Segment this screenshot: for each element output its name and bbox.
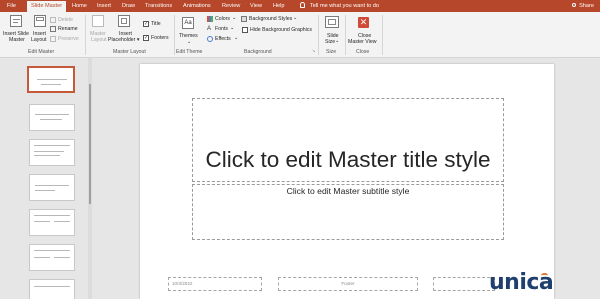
- tab-review[interactable]: Review: [222, 0, 240, 12]
- layout-thumbnail[interactable]: [29, 279, 75, 299]
- rename-icon: [50, 26, 56, 32]
- share-button[interactable]: Share: [572, 0, 594, 12]
- close-group-label: Close: [356, 49, 370, 55]
- font-a-icon: A: [207, 26, 212, 32]
- delete-icon: [50, 17, 56, 23]
- group-divider: [345, 15, 346, 55]
- date-text: 10/3/2022: [172, 281, 193, 286]
- subtitle-placeholder[interactable]: Click to edit Master subtitle style: [192, 184, 504, 240]
- hide-background-graphics-label: Hide Background Graphics: [250, 27, 312, 33]
- group-divider: [382, 15, 383, 55]
- footers-checkbox-label: Footers: [151, 35, 169, 41]
- chevron-down-icon: ⌄: [187, 39, 192, 45]
- ribbon: Insert Slide Master Insert Layout Delete…: [0, 12, 600, 58]
- slide-master-thumbnail[interactable]: [27, 66, 75, 93]
- tab-draw[interactable]: Draw: [122, 0, 135, 12]
- scrollbar-thumb[interactable]: [89, 84, 91, 204]
- slide-master-canvas[interactable]: Click to edit Master title style Click t…: [140, 64, 554, 299]
- layout-thumbnail[interactable]: [29, 104, 75, 131]
- background-styles-icon: [241, 16, 247, 22]
- title-check-icon: ✓: [143, 21, 149, 27]
- dialog-launcher-icon[interactable]: ↘: [312, 48, 315, 54]
- chevron-down-icon: ⌄: [335, 38, 340, 44]
- tab-transitions[interactable]: Transitions: [145, 0, 172, 12]
- close-icon: ✕: [358, 17, 369, 28]
- logo-accent-mark: [541, 273, 548, 278]
- tab-help[interactable]: Help: [273, 0, 285, 12]
- subtitle-placeholder-text[interactable]: Click to edit Master subtitle style: [193, 186, 503, 196]
- color-palette-icon: [207, 16, 213, 22]
- close-master-view-label-2: Master View: [348, 39, 377, 45]
- date-placeholder[interactable]: 10/3/2022: [168, 277, 262, 291]
- person-icon: [572, 3, 577, 7]
- background-group-label: Background: [244, 49, 272, 55]
- ribbon-tab-bar: File Slide Master Home Insert Draw Trans…: [0, 0, 600, 12]
- tell-me-search[interactable]: Tell me what you want to do: [300, 0, 379, 12]
- preserve-label: Preserve: [58, 36, 79, 42]
- group-divider: [318, 15, 319, 55]
- tab-file[interactable]: File: [7, 0, 16, 12]
- size-group-label: Size: [326, 49, 337, 55]
- colors-label: Colors: [215, 16, 230, 22]
- layout-icon: [34, 15, 46, 27]
- chevron-down-icon: ⌄: [232, 15, 237, 21]
- tab-animations[interactable]: Animations: [183, 0, 211, 12]
- slide-master-icon: [10, 15, 22, 27]
- chevron-down-icon: ⌄: [293, 15, 298, 21]
- tab-slide-master[interactable]: Slide Master: [27, 1, 67, 12]
- background-styles-label: Background Styles: [249, 16, 293, 22]
- footers-check-icon: ✓: [143, 35, 149, 41]
- insert-layout-label-2: Layout: [31, 37, 47, 43]
- tell-me-text: Tell me what you want to do: [310, 3, 380, 9]
- insert-placeholder-label-2: Placeholder ▾: [108, 37, 140, 43]
- themes-icon: Aa: [182, 17, 194, 29]
- master-layout-group-label: Master Layout: [113, 49, 146, 55]
- edit-master-group-label: Edit Master: [28, 49, 55, 55]
- layout-thumbnail[interactable]: [29, 174, 75, 201]
- slide-size-label-2: Size: [325, 39, 336, 45]
- slide-size-icon: [325, 16, 339, 28]
- chevron-down-icon: ⌄: [230, 25, 235, 31]
- rename-label: Rename: [58, 26, 78, 32]
- tab-insert[interactable]: Insert: [97, 0, 111, 12]
- title-checkbox-label: Title: [151, 21, 161, 27]
- slide-thumbnail-pane[interactable]: [0, 58, 88, 299]
- master-layout-label-2: Layout: [91, 37, 107, 43]
- layout-thumbnail[interactable]: [29, 209, 75, 236]
- layout-thumbnail[interactable]: [29, 244, 75, 271]
- title-placeholder[interactable]: Click to edit Master title style: [192, 98, 504, 182]
- delete-label: Delete: [58, 17, 73, 23]
- title-placeholder-text[interactable]: Click to edit Master title style: [193, 147, 503, 173]
- group-divider: [174, 15, 175, 55]
- lightbulb-icon: [300, 2, 305, 8]
- master-layout-icon: [92, 15, 104, 27]
- unchecked-box-icon: [242, 27, 248, 33]
- share-label: Share: [579, 3, 594, 9]
- footer-text: Footer: [341, 281, 355, 286]
- chevron-down-icon: ⌄: [234, 35, 239, 41]
- edit-theme-group-label: Edit Theme: [176, 49, 203, 55]
- layout-thumbnail[interactable]: [29, 139, 75, 166]
- group-divider: [85, 15, 86, 55]
- tab-home[interactable]: Home: [72, 0, 87, 12]
- tab-view[interactable]: View: [250, 0, 262, 12]
- fonts-label: Fonts: [215, 26, 228, 32]
- insert-slide-master-label-2: Master: [9, 37, 25, 43]
- pin-icon: [50, 36, 56, 42]
- effects-label: Effects: [215, 36, 231, 42]
- effects-icon: [207, 36, 213, 42]
- footer-placeholder[interactable]: Footer: [278, 277, 418, 291]
- placeholder-icon: [118, 15, 130, 27]
- slide-number-placeholder[interactable]: [433, 277, 495, 291]
